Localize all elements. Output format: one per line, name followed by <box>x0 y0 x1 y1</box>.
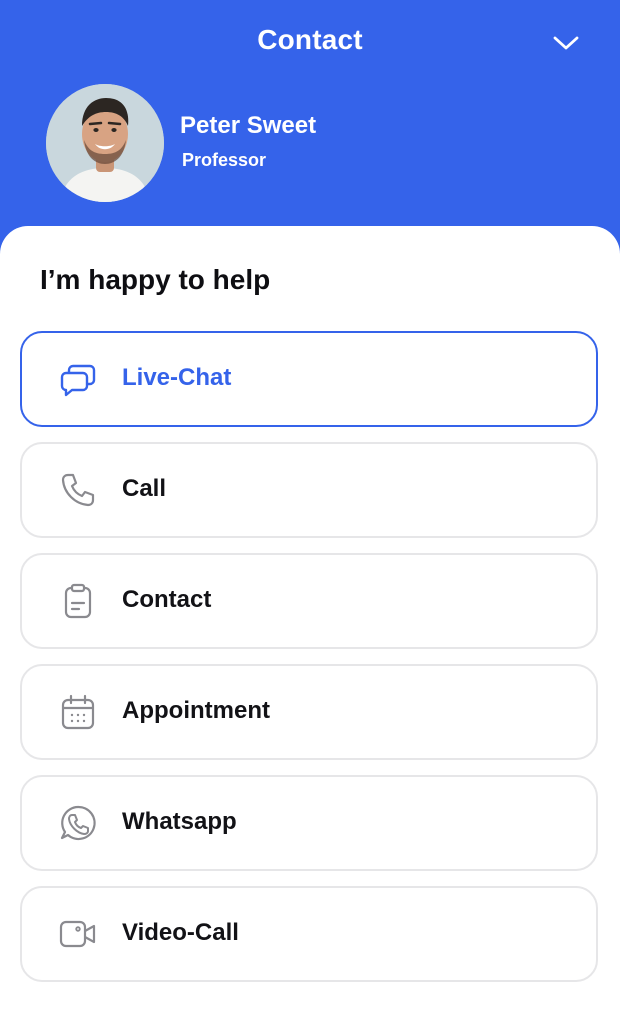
clipboard-icon <box>58 581 98 621</box>
whatsapp-icon <box>58 803 98 843</box>
option-label: Contact <box>122 586 212 613</box>
calendar-icon <box>58 692 98 732</box>
avatar <box>46 84 164 202</box>
header-title: Contact <box>257 24 363 55</box>
option-call[interactable]: Call <box>20 442 598 538</box>
option-video-call[interactable]: Video-Call <box>20 886 598 982</box>
collapse-button[interactable] <box>548 28 584 58</box>
chevron-down-icon <box>553 36 579 50</box>
option-appointment[interactable]: Appointment <box>20 664 598 760</box>
profile-name: Peter Sweet <box>180 112 317 139</box>
option-label: Live-Chat <box>122 364 232 391</box>
sheet-heading: I’m happy to help <box>40 264 271 295</box>
option-live-chat[interactable]: Live-Chat <box>20 331 598 427</box>
contact-screen: Contact Peter Sweet Professor I’m happy … <box>0 0 620 1020</box>
option-label: Call <box>122 475 167 502</box>
option-label: Appointment <box>122 697 270 724</box>
option-label: Video-Call <box>122 919 239 946</box>
video-camera-icon <box>58 914 98 954</box>
header: Contact Peter Sweet Professor <box>0 0 620 260</box>
option-label: Whatsapp <box>122 808 237 835</box>
option-contact[interactable]: Contact <box>20 553 598 649</box>
chat-bubbles-icon <box>58 359 98 399</box>
phone-icon <box>58 470 98 510</box>
option-whatsapp[interactable]: Whatsapp <box>20 775 598 871</box>
profile-role: Professor <box>182 150 267 170</box>
